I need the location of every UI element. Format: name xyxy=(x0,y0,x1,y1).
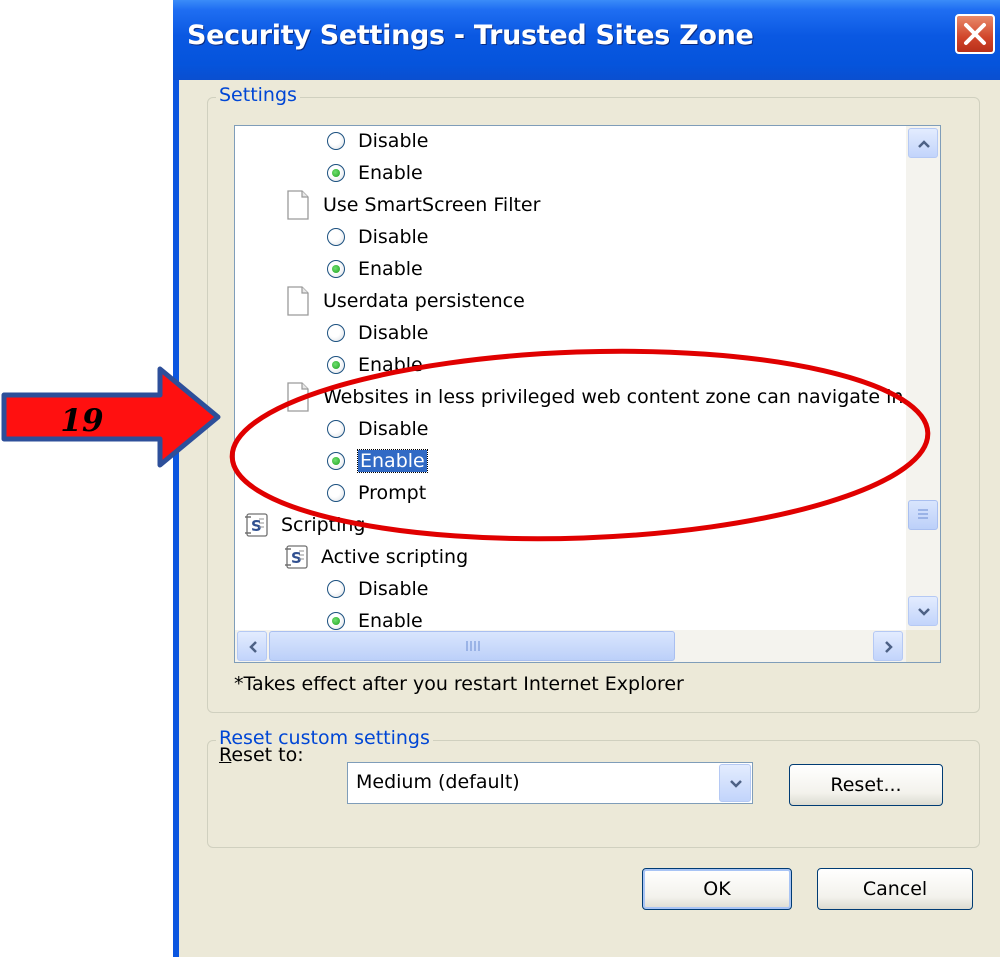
tree-item-label[interactable]: Disable xyxy=(358,130,428,152)
tree-item-label[interactable]: Enable xyxy=(358,258,423,280)
radio-unchecked-icon[interactable] xyxy=(327,132,345,150)
scroll-left-button[interactable] xyxy=(237,631,267,661)
reset-button[interactable]: Reset... xyxy=(789,764,943,806)
tree-item-label[interactable]: Enable xyxy=(358,610,423,632)
ok-button[interactable]: OK xyxy=(642,868,792,910)
dropdown-button[interactable] xyxy=(719,764,751,802)
radio-checked-icon[interactable] xyxy=(327,612,345,630)
reset-button-label: Reset... xyxy=(830,774,902,796)
tree-item-label[interactable]: Disable xyxy=(358,578,428,600)
chevron-down-icon xyxy=(918,608,930,616)
step-number: 19 xyxy=(60,403,103,439)
tree-item-label: Use SmartScreen Filter xyxy=(323,194,541,216)
grip-icon xyxy=(466,641,480,651)
scroll-down-button[interactable] xyxy=(908,596,938,626)
radio-option[interactable]: Disable xyxy=(327,573,428,605)
cancel-button-label: Cancel xyxy=(862,878,928,900)
chevron-left-icon xyxy=(249,641,257,653)
cancel-button[interactable]: Cancel xyxy=(817,868,973,910)
scroll-up-button[interactable] xyxy=(908,128,938,158)
chevron-down-icon xyxy=(730,780,742,788)
chevron-right-icon xyxy=(885,641,893,653)
reset-level-value: Medium (default) xyxy=(356,771,520,793)
close-icon xyxy=(964,23,986,45)
setting-item: Userdata persistence xyxy=(287,285,525,317)
scroll-right-button[interactable] xyxy=(873,631,903,661)
ok-button-label: OK xyxy=(703,878,731,900)
horizontal-scrollbar[interactable] xyxy=(235,630,940,662)
document-icon xyxy=(287,190,309,220)
tree-item-label[interactable]: Disable xyxy=(358,226,428,248)
radio-option[interactable]: Enable xyxy=(327,157,423,189)
radio-unchecked-icon[interactable] xyxy=(327,580,345,598)
document-icon xyxy=(287,286,309,316)
radio-unchecked-icon[interactable] xyxy=(327,228,345,246)
highlight-ellipse xyxy=(229,348,931,542)
radio-option[interactable]: Disable xyxy=(327,126,428,157)
window-title: Security Settings - Trusted Sites Zone xyxy=(187,20,754,51)
radio-checked-icon[interactable] xyxy=(327,164,345,182)
restart-note: *Takes effect after you restart Internet… xyxy=(234,673,684,695)
settings-group-label: Settings xyxy=(216,84,300,106)
close-button[interactable] xyxy=(955,14,995,54)
chevron-up-icon xyxy=(918,140,930,148)
reset-to-label-rest: eset to: xyxy=(231,744,304,766)
radio-option[interactable]: Disable xyxy=(327,221,428,253)
horizontal-scroll-thumb[interactable] xyxy=(269,631,675,661)
setting-item: Use SmartScreen Filter xyxy=(287,189,540,221)
radio-checked-icon[interactable] xyxy=(327,260,345,278)
reset-level-select[interactable]: Medium (default) xyxy=(347,762,753,804)
tree-item-label: Userdata persistence xyxy=(323,290,525,312)
scrollbar-corner xyxy=(906,630,940,662)
radio-option[interactable]: Enable xyxy=(327,253,423,285)
reset-to-label: Reset to: xyxy=(219,744,304,766)
step-arrow-annotation: 19 xyxy=(1,366,221,468)
tree-item-label[interactable]: Enable xyxy=(358,162,423,184)
title-bar: Security Settings - Trusted Sites Zone xyxy=(173,0,1000,80)
